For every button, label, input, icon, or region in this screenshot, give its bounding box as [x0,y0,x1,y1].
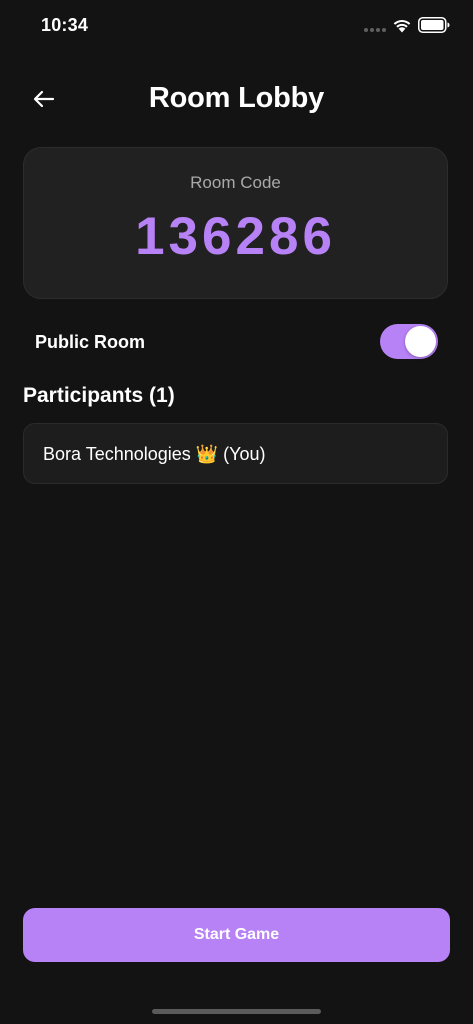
start-game-label: Start Game [193,926,280,943]
toggle-knob [405,326,436,357]
public-room-toggle[interactable] [380,324,438,359]
page-title: Room Lobby [148,82,325,114]
room-code-value: 136286 [135,207,336,266]
signal-dots-icon [364,28,386,32]
public-room-label: Public Room [35,332,146,352]
participant-list-item: Bora Technologies 👑 (You) [23,423,448,484]
participant-name: Bora Technologies 👑 (You) [43,444,266,464]
room-code-label: Room Code [190,173,281,192]
status-time: 10:34 [41,15,89,35]
status-bar: 10:34 [0,0,473,52]
battery-icon [418,17,450,33]
room-code-card: Room Code 136286 [23,147,448,299]
start-game-button[interactable]: Start Game [23,908,450,962]
participants-heading: Participants (1) [23,384,175,407]
home-indicator [152,1009,321,1014]
header: Room Lobby [0,74,473,124]
public-room-row: Public Room [23,320,448,364]
wifi-icon [393,19,411,33]
